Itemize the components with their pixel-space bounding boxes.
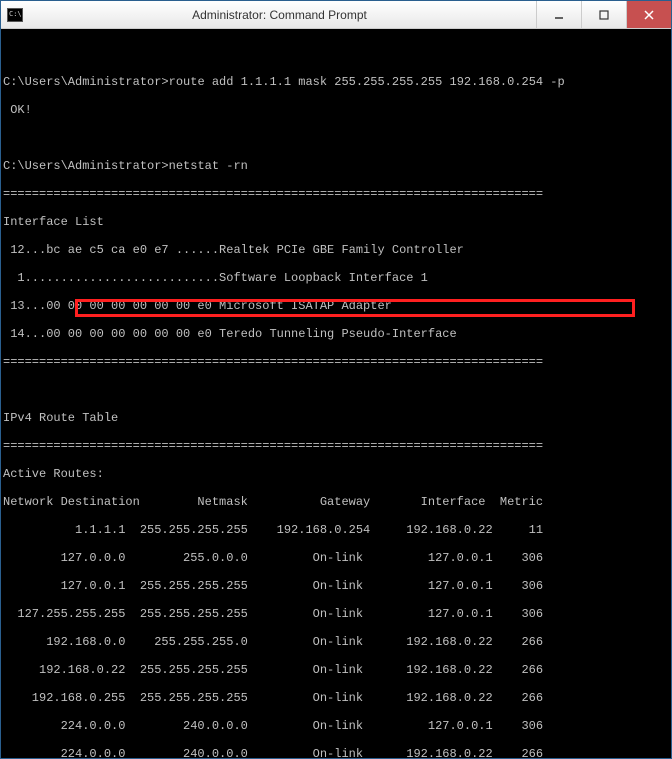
route-row: 224.0.0.0 240.0.0.0 On-link 192.168.0.22… [3, 747, 669, 758]
terminal-blank [3, 47, 669, 61]
maximize-icon [599, 10, 609, 20]
interface-row: 1...........................Software Loo… [3, 271, 669, 285]
window-title: Administrator: Command Prompt [23, 8, 536, 22]
minimize-icon [554, 10, 564, 20]
maximize-button[interactable] [581, 1, 626, 28]
cmd-icon [7, 8, 23, 22]
route-row: 127.0.0.0 255.0.0.0 On-link 127.0.0.1 30… [3, 551, 669, 565]
interface-row: 13...00 00 00 00 00 00 00 e0 Microsoft I… [3, 299, 669, 313]
close-button[interactable] [626, 1, 671, 28]
ipv4-title: IPv4 Route Table [3, 411, 669, 425]
divider: ========================================… [3, 439, 669, 453]
close-icon [644, 10, 654, 20]
interface-row: 14...00 00 00 00 00 00 00 e0 Teredo Tunn… [3, 327, 669, 341]
route-row-highlighted: 1.1.1.1 255.255.255.255 192.168.0.254 19… [3, 523, 669, 537]
cmd-result-1: OK! [3, 103, 669, 117]
route-row: 192.168.0.22 255.255.255.255 On-link 192… [3, 663, 669, 677]
command-prompt-window: Administrator: Command Prompt C:\Users\A… [0, 0, 672, 759]
cmd-line-2: C:\Users\Administrator>netstat -rn [3, 159, 669, 173]
interface-row: 12...bc ae c5 ca e0 e7 ......Realtek PCI… [3, 243, 669, 257]
terminal-blank [3, 383, 669, 397]
titlebar[interactable]: Administrator: Command Prompt [1, 1, 671, 29]
divider: ========================================… [3, 355, 669, 369]
terminal-blank [3, 131, 669, 145]
route-row: 192.168.0.255 255.255.255.255 On-link 19… [3, 691, 669, 705]
route-row: 224.0.0.0 240.0.0.0 On-link 127.0.0.1 30… [3, 719, 669, 733]
route-row: 127.0.0.1 255.255.255.255 On-link 127.0.… [3, 579, 669, 593]
active-routes-header: Active Routes: [3, 467, 669, 481]
route-row: 192.168.0.0 255.255.255.0 On-link 192.16… [3, 635, 669, 649]
terminal-area[interactable]: C:\Users\Administrator>route add 1.1.1.1… [1, 29, 671, 758]
divider: ========================================… [3, 187, 669, 201]
cmd-line-1: C:\Users\Administrator>route add 1.1.1.1… [3, 75, 669, 89]
route-row: 127.255.255.255 255.255.255.255 On-link … [3, 607, 669, 621]
route-columns: Network Destination Netmask Gateway Inte… [3, 495, 669, 509]
window-buttons [536, 1, 671, 28]
interface-list-header: Interface List [3, 215, 669, 229]
minimize-button[interactable] [536, 1, 581, 28]
